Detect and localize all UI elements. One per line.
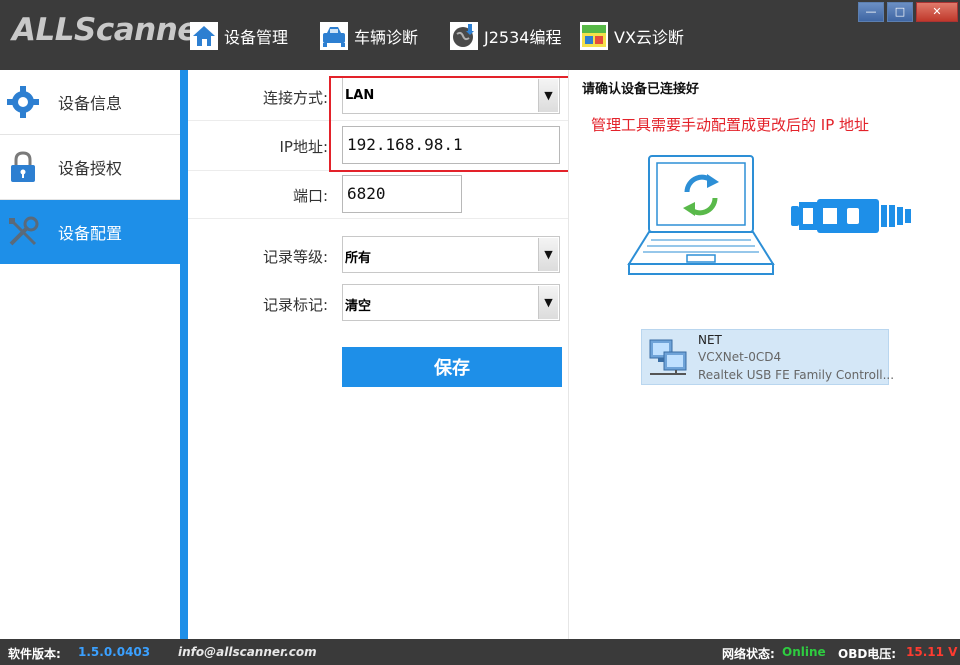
cloud-diagnosis-icon <box>580 22 608 50</box>
chevron-down-icon[interactable]: ▼ <box>538 286 558 319</box>
log-mark-value: 清空 <box>345 299 372 314</box>
save-button[interactable]: 保存 <box>342 347 562 387</box>
connection-panel: 请确认设备已连接好 管理工具需要手动配置成更改后的 IP 地址 NET VCXN… <box>569 70 960 639</box>
nav-label: 车辆诊断 <box>354 28 419 47</box>
nav-vx-cloud-diagnosis[interactable]: VX云诊断 <box>580 18 684 54</box>
port-input[interactable]: 6820 <box>342 175 462 213</box>
log-level-select[interactable]: 所有 ▼ <box>342 236 560 273</box>
obd-voltage-value: 15.11 V <box>906 645 958 659</box>
ip-warning: 管理工具需要手动配置成更改后的 IP 地址 <box>591 116 870 134</box>
network-device: VCXNet-0CD4 <box>698 350 782 364</box>
app-logo: ALLScanner <box>12 12 213 48</box>
nav-label: J2534编程 <box>484 28 562 47</box>
network-status-value: Online <box>782 645 826 659</box>
sidebar-item-label: 设备授权 <box>58 159 123 178</box>
sidebar-item-label: 设备配置 <box>58 224 123 243</box>
highlight-box <box>329 76 572 172</box>
sidebar: 设备信息 设备授权 设备配置 <box>0 70 180 639</box>
network-name: NET <box>698 333 722 347</box>
nav-label: VX云诊断 <box>614 28 684 47</box>
sidebar-item-device-config[interactable]: 设备配置 <box>0 200 180 264</box>
network-adapter-item[interactable]: NET VCXNet-0CD4 Realtek USB FE Family Co… <box>641 329 894 385</box>
home-icon <box>190 22 218 50</box>
log-mark-label: 记录标记: <box>262 296 328 314</box>
log-level-value: 所有 <box>345 251 372 266</box>
log-level-label: 记录等级: <box>262 248 328 266</box>
ip-label: IP地址: <box>279 138 328 156</box>
car-icon <box>320 22 348 50</box>
nav-j2534-programming[interactable]: J2534编程 <box>450 18 561 54</box>
title-bar: ALLScanner 设备管理 车辆诊断 J2534编程 VX云诊断 — □ ✕ <box>0 0 960 70</box>
email-link[interactable]: info@allscanner.com <box>178 645 317 659</box>
laptop-icon <box>627 155 775 275</box>
sidebar-item-device-license[interactable]: 设备授权 <box>0 135 180 200</box>
sidebar-divider <box>180 70 188 639</box>
version-value: 1.5.0.0403 <box>78 645 151 659</box>
sidebar-item-device-info[interactable]: 设备信息 <box>0 70 180 135</box>
nav-label: 设备管理 <box>224 28 289 47</box>
lock-icon <box>11 151 35 182</box>
version-label: 软件版本: <box>8 647 61 661</box>
close-button[interactable]: ✕ <box>916 2 958 22</box>
gear-icon <box>7 86 39 118</box>
obd-voltage-label: OBD电压: <box>838 647 897 661</box>
ethernet-plug-icon <box>791 199 911 233</box>
sidebar-item-label: 设备信息 <box>58 94 123 113</box>
network-computers-icon <box>649 339 687 375</box>
chevron-down-icon[interactable]: ▼ <box>538 238 558 271</box>
connection-title: 请确认设备已连接好 <box>582 82 700 97</box>
connection-label: 连接方式: <box>262 89 328 107</box>
window-controls: — □ ✕ <box>855 2 958 22</box>
nav-device-management[interactable]: 设备管理 <box>190 18 288 54</box>
status-bar: 软件版本: 1.5.0.0403 info@allscanner.com 网络状… <box>0 639 960 665</box>
maximize-button[interactable]: □ <box>887 2 913 22</box>
log-mark-select[interactable]: 清空 ▼ <box>342 284 560 321</box>
globe-download-icon <box>450 22 478 50</box>
network-status-label: 网络状态: <box>722 647 775 661</box>
minimize-button[interactable]: — <box>858 2 884 22</box>
nav-vehicle-diagnosis[interactable]: 车辆诊断 <box>320 18 418 54</box>
port-label: 端口: <box>292 187 328 205</box>
tools-icon <box>9 216 39 246</box>
row-divider <box>188 218 570 219</box>
network-adapter: Realtek USB FE Family Controll... <box>698 368 895 382</box>
